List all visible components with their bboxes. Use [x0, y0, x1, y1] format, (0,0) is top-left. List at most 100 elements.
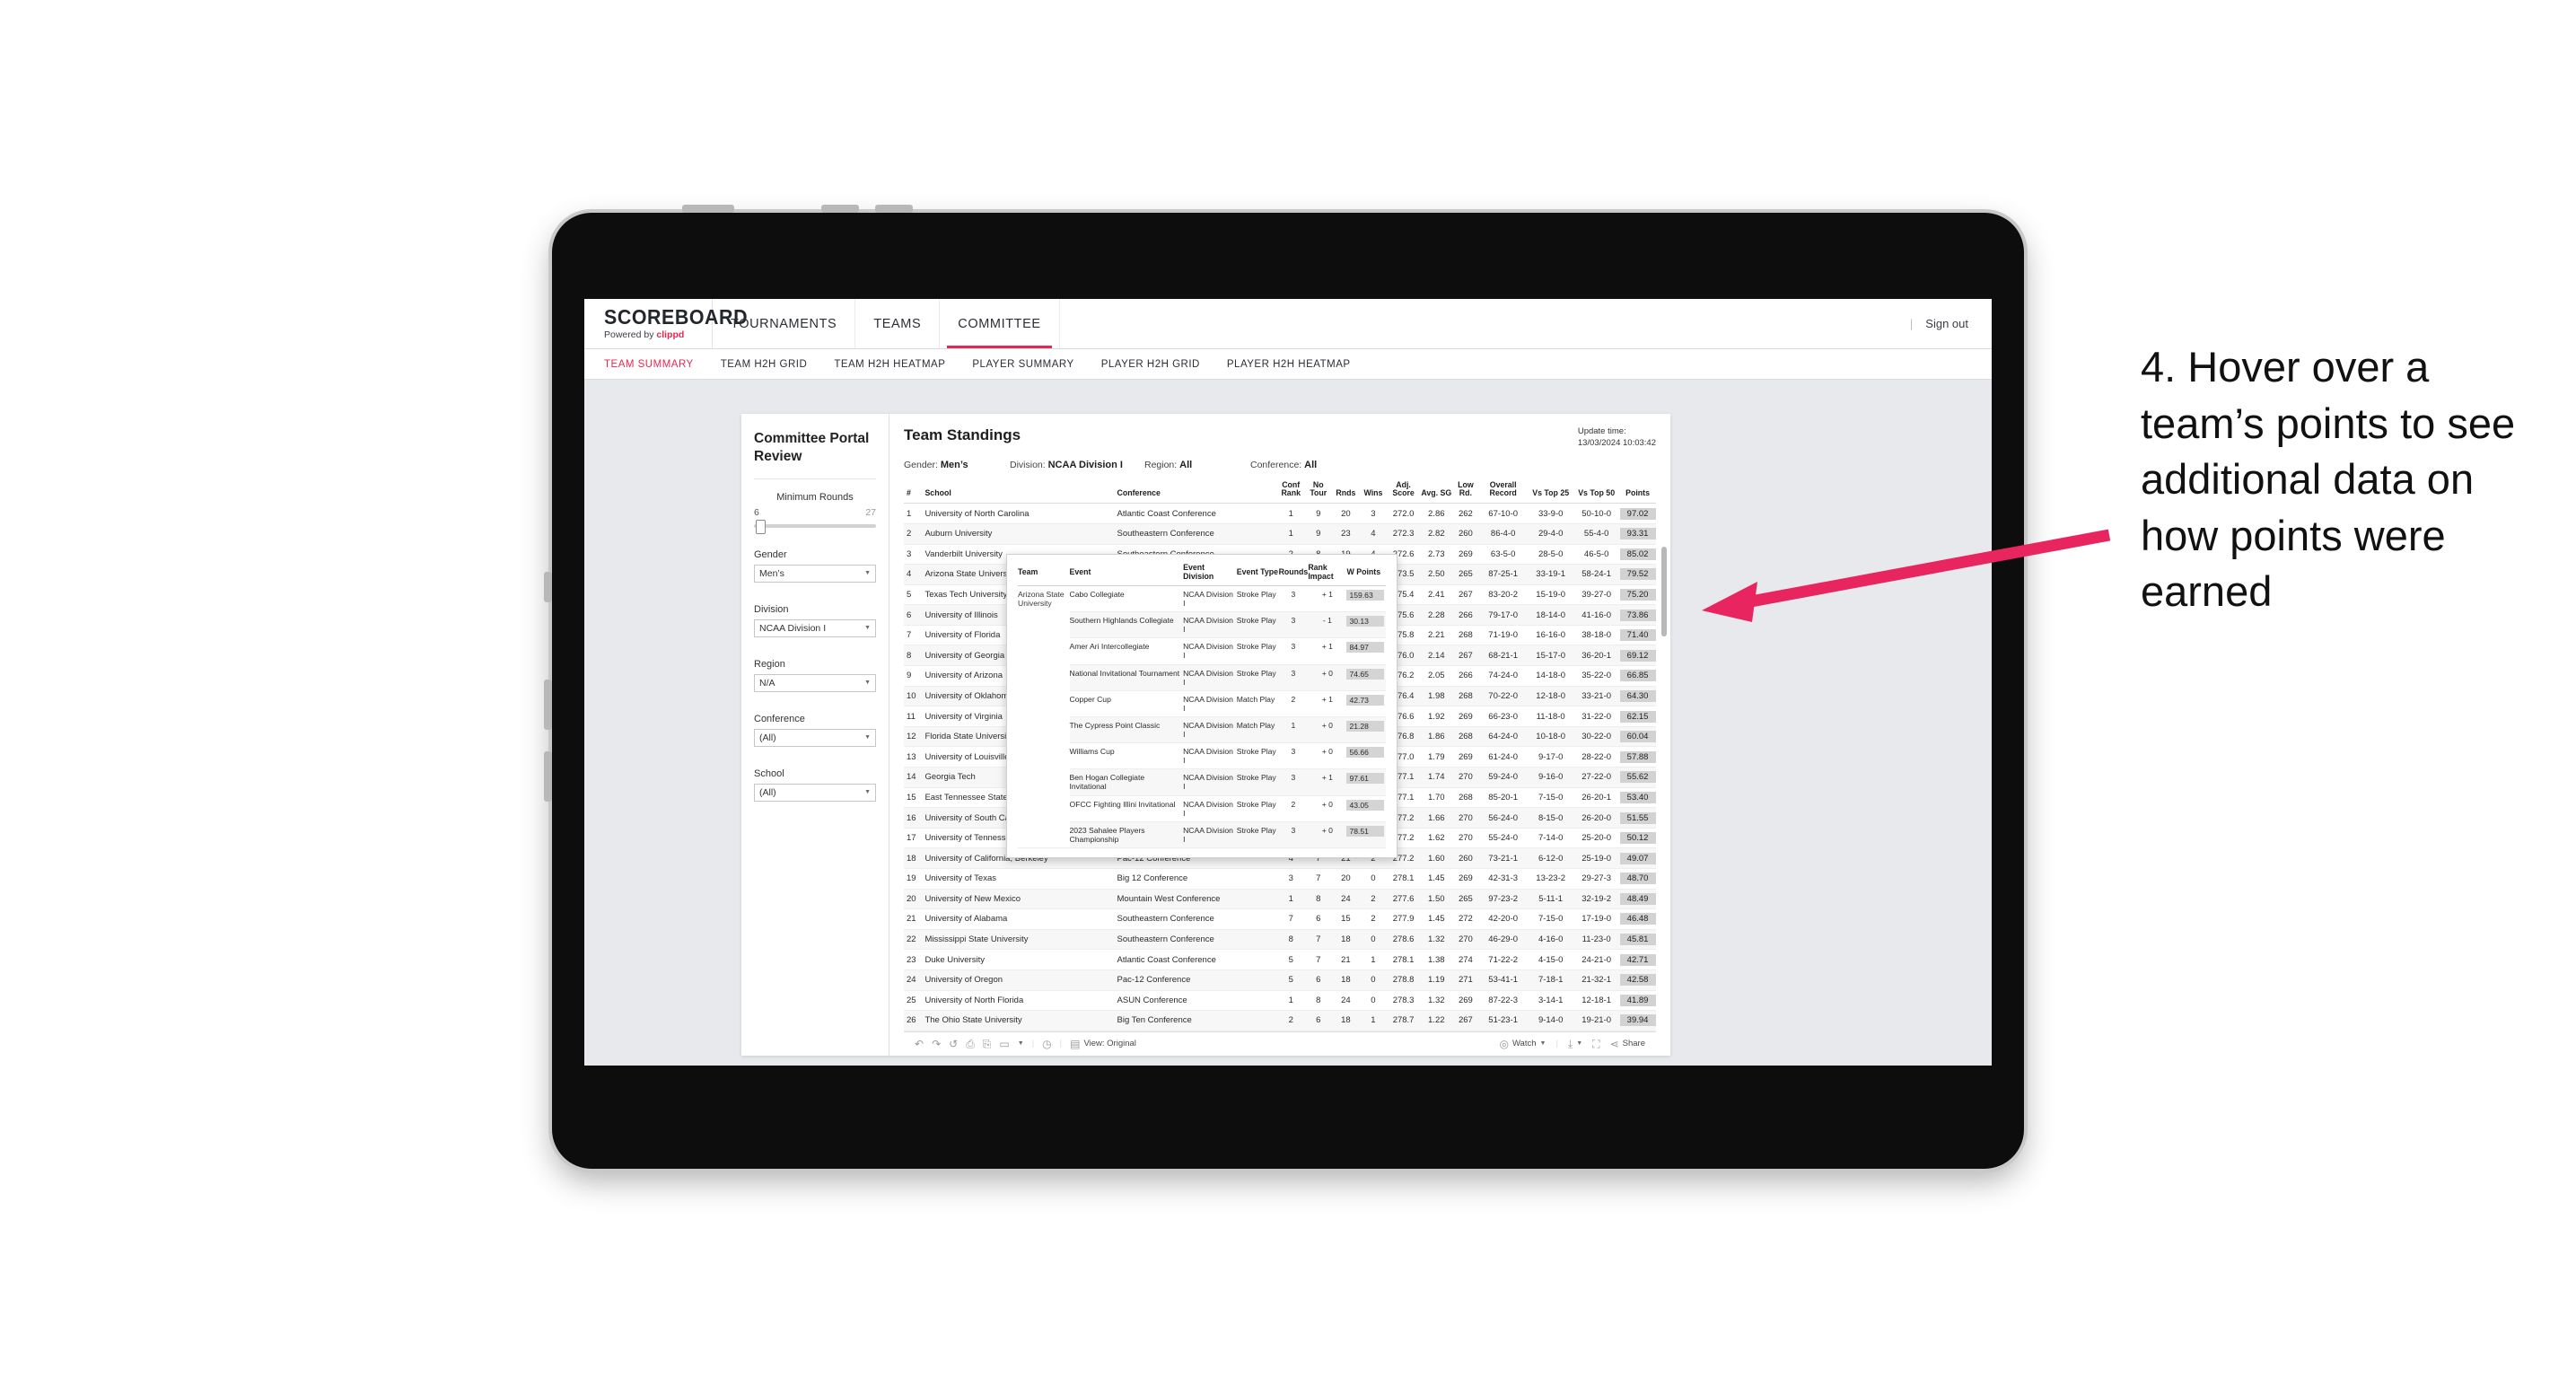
points-badge[interactable]: 48.70 [1619, 873, 1656, 885]
region-select[interactable]: N/A ▼ [754, 673, 876, 692]
points-badge[interactable]: 55.62 [1619, 771, 1656, 784]
col-rank[interactable]: # [904, 480, 925, 504]
table-row[interactable]: 20 University of New Mexico Mountain West … [904, 889, 1656, 910]
table-row[interactable]: 25 University of North Florida ASUN Confer… [904, 990, 1656, 1012]
cell-points[interactable]: 42.71 [1619, 949, 1656, 970]
table-row[interactable]: 1 University of North Carolina Atlantic Co… [904, 503, 1656, 524]
subnav-item-team-h2h-grid[interactable]: TEAM H2H GRID [721, 359, 808, 370]
points-badge[interactable]: 79.52 [1619, 568, 1656, 581]
cell-points[interactable]: 64.30 [1619, 686, 1656, 707]
cell-points[interactable]: 62.15 [1619, 706, 1656, 727]
col-overall-record[interactable]: Overall Record [1478, 480, 1529, 504]
table-row[interactable]: 22 Mississippi State University Southeaste… [904, 929, 1656, 951]
watch-button[interactable]: ◎ Watch ▼ [1499, 1039, 1546, 1049]
view-original-button[interactable]: ▤ View: Original [1070, 1039, 1136, 1049]
points-badge[interactable]: 53.40 [1619, 791, 1656, 803]
chevron-down-icon[interactable]: ▼ [1018, 1040, 1024, 1047]
points-badge[interactable]: 60.04 [1619, 731, 1656, 743]
col-adj-score[interactable]: Adj. Score [1387, 480, 1420, 504]
points-badge[interactable]: 93.31 [1619, 528, 1656, 540]
col-school[interactable]: School [924, 480, 1117, 504]
points-badge[interactable]: 62.15 [1619, 710, 1656, 723]
cell-points[interactable]: 45.81 [1619, 929, 1656, 951]
col-avg-sg[interactable]: Avg. SG [1419, 480, 1453, 504]
conference-select[interactable]: (All) ▼ [754, 728, 876, 747]
points-badge[interactable]: 75.20 [1619, 588, 1656, 601]
cell-points[interactable]: 73.86 [1619, 604, 1656, 626]
division-select[interactable]: NCAA Division I ▼ [754, 618, 876, 637]
cell-points[interactable]: 97.02 [1619, 503, 1656, 524]
points-badge[interactable]: 71.40 [1619, 629, 1656, 642]
col-conf-rank[interactable]: Conf Rank [1276, 480, 1305, 504]
points-badge[interactable]: 42.58 [1619, 974, 1656, 987]
cell-points[interactable]: 51.55 [1619, 807, 1656, 829]
school-select[interactable]: (All) ▼ [754, 783, 876, 802]
cell-points[interactable]: 60.04 [1619, 726, 1656, 748]
col-vs-top-25[interactable]: Vs Top 25 [1528, 480, 1574, 504]
col-vs-top-50[interactable]: Vs Top 50 [1573, 480, 1620, 504]
subnav-item-player-h2h-grid[interactable]: PLAYER H2H GRID [1101, 359, 1200, 370]
table-row[interactable]: 21 University of Alabama Southeastern Conf… [904, 908, 1656, 930]
minimum-rounds-slider[interactable] [754, 519, 876, 534]
subnav-item-player-summary[interactable]: PLAYER SUMMARY [972, 359, 1073, 370]
download-button[interactable]: ⤓ ▼ [1568, 1039, 1582, 1049]
cell-points[interactable]: 48.49 [1619, 889, 1656, 910]
points-badge[interactable]: 42.71 [1619, 953, 1656, 966]
cell-points[interactable]: 55.62 [1619, 767, 1656, 788]
cell-points[interactable]: 46.48 [1619, 908, 1656, 930]
points-badge[interactable]: 51.55 [1619, 811, 1656, 824]
points-badge[interactable]: 49.07 [1619, 852, 1656, 864]
table-row[interactable]: 2 Auburn University Southeastern Conferenc… [904, 523, 1656, 545]
subnav-item-player-h2h-heatmap[interactable]: PLAYER H2H HEATMAP [1227, 359, 1351, 370]
cell-points[interactable]: 93.31 [1619, 523, 1656, 545]
points-badge[interactable]: 39.94 [1619, 1014, 1656, 1027]
topnav-item-tournaments[interactable]: TOURNAMENTS [713, 299, 856, 348]
cell-points[interactable]: 50.12 [1619, 828, 1656, 849]
table-row[interactable]: 24 University of Oregon Pac-12 Conference 5… [904, 969, 1656, 991]
points-badge[interactable]: 97.02 [1619, 507, 1656, 520]
cell-points[interactable]: 53.40 [1619, 787, 1656, 809]
cell-points[interactable]: 66.85 [1619, 665, 1656, 687]
side-button-bottom[interactable] [544, 751, 552, 802]
power-button[interactable] [682, 205, 734, 213]
col-wins[interactable]: Wins [1359, 480, 1388, 504]
table-row[interactable]: 26 The Ohio State University Big Ten Confe… [904, 1010, 1656, 1031]
points-badge[interactable]: 69.12 [1619, 649, 1656, 662]
subnav-item-team-h2h-heatmap[interactable]: TEAM H2H HEATMAP [834, 359, 945, 370]
points-badge[interactable]: 85.02 [1619, 548, 1656, 560]
history-icon[interactable]: ◷ [1042, 1039, 1051, 1049]
cell-points[interactable]: 71.40 [1619, 625, 1656, 646]
cell-points[interactable]: 69.12 [1619, 645, 1656, 667]
redo-icon[interactable]: ↷ [932, 1039, 941, 1049]
cell-points[interactable]: 85.02 [1619, 544, 1656, 566]
table-row[interactable]: 19 University of Texas Big 12 Conference 3 7… [904, 868, 1656, 890]
points-badge[interactable]: 57.88 [1619, 750, 1656, 763]
points-badge[interactable]: 45.81 [1619, 934, 1656, 946]
points-badge[interactable]: 46.48 [1619, 913, 1656, 925]
gender-select[interactable]: Men’s ▼ [754, 564, 876, 583]
fullscreen-icon[interactable]: ⛶ [1592, 1039, 1599, 1049]
col-conference[interactable]: Conference [1117, 480, 1277, 504]
cell-points[interactable]: 41.89 [1619, 990, 1656, 1012]
cell-points[interactable]: 75.20 [1619, 584, 1656, 606]
revert-icon[interactable]: ↺ [949, 1039, 958, 1049]
col-points[interactable]: Points [1619, 480, 1656, 504]
volume-down-button[interactable] [875, 205, 913, 213]
table-row[interactable]: 23 Duke University Atlantic Coast Conferen… [904, 949, 1656, 970]
rectangle-select-icon[interactable]: ▭ [999, 1039, 1009, 1049]
points-badge[interactable]: 66.85 [1619, 670, 1656, 682]
col-no-tour[interactable]: No Tour [1304, 480, 1333, 504]
refresh-icon[interactable]: ⎙ [966, 1039, 975, 1049]
points-badge[interactable]: 41.89 [1619, 994, 1656, 1006]
table-scrollbar[interactable] [1661, 547, 1667, 636]
app-logo[interactable]: SCOREBOARD Powered by clippd [584, 299, 748, 348]
share-button[interactable]: ⋖ Share [1610, 1039, 1645, 1049]
topnav-item-committee[interactable]: COMMITTEE [940, 299, 1060, 348]
points-badge[interactable]: 50.12 [1619, 832, 1656, 845]
cell-points[interactable]: 57.88 [1619, 746, 1656, 768]
points-badge[interactable]: 64.30 [1619, 689, 1656, 702]
topnav-item-teams[interactable]: TEAMS [855, 299, 941, 348]
col-low-rd[interactable]: Low Rd. [1452, 480, 1479, 504]
volume-up-button[interactable] [821, 205, 859, 213]
cell-points[interactable]: 48.70 [1619, 868, 1656, 890]
